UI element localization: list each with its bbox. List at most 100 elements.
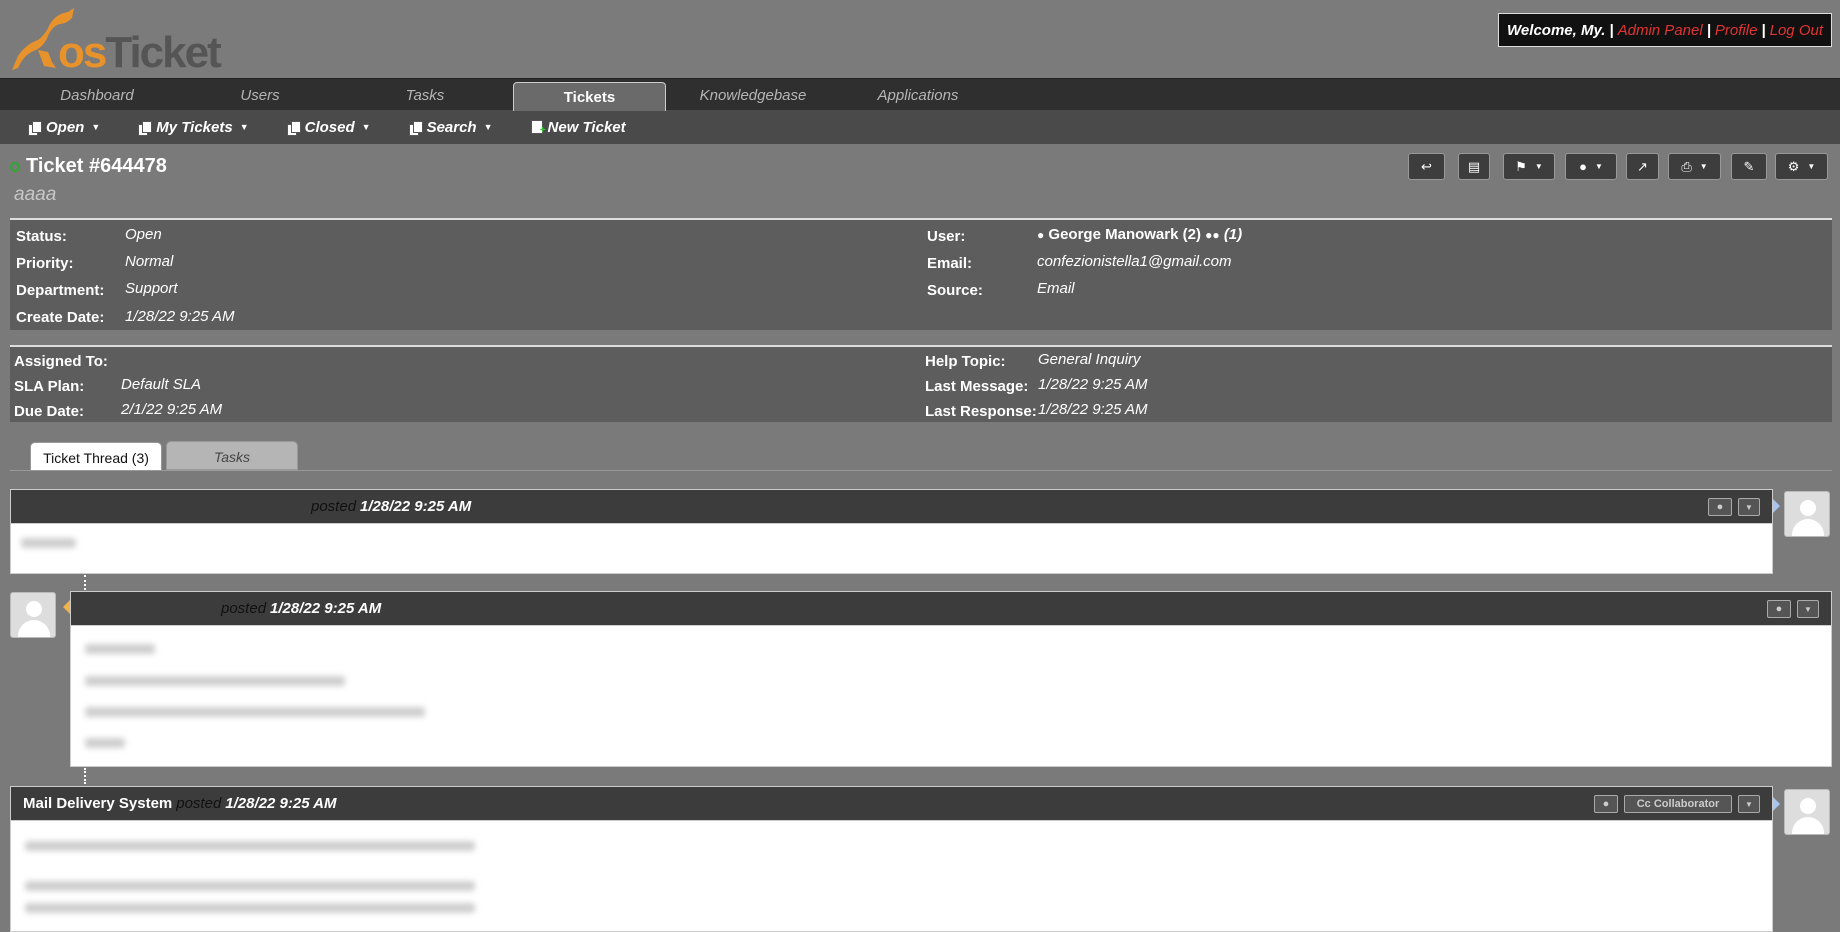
department-value[interactable]: Support	[125, 280, 178, 297]
osticket-logo[interactable]: osTicket	[8, 6, 222, 77]
gear-icon: ⚙	[1787, 158, 1800, 174]
tab-dashboard[interactable]: Dashboard	[17, 79, 177, 110]
sub-nav: Open ▼ My Tickets ▼ Closed ▼ Search ▼ + New …	[0, 110, 1840, 144]
ticket-title: Ticket #644478	[10, 155, 167, 178]
entry-user-button[interactable]: ●	[1594, 795, 1618, 813]
user-icon: ●	[1716, 501, 1724, 513]
entry-user-button[interactable]: ●	[1708, 498, 1732, 516]
reply-icon: ↩	[1421, 158, 1432, 174]
print-icon: ⎙	[1681, 158, 1692, 174]
entry-pointer	[63, 600, 70, 614]
due-date-value: 2/1/22 9:25 AM	[121, 401, 223, 418]
print-button[interactable]: ⎙ ▼	[1668, 153, 1721, 180]
refresh-icon[interactable]	[10, 161, 20, 172]
entry-date: 1/28/22 9:25 AM	[225, 795, 337, 812]
thread-connector	[84, 768, 86, 784]
redacted-text	[85, 644, 155, 654]
redacted-text	[85, 738, 125, 748]
entry-options-button[interactable]: ▼	[1797, 600, 1819, 618]
caret-down-icon: ▼	[1699, 162, 1708, 171]
reply-button[interactable]: ↩	[1408, 153, 1445, 180]
tab-knowledgebase[interactable]: Knowledgebase	[673, 79, 833, 110]
tab-users[interactable]: Users	[180, 79, 340, 110]
caret-down-icon: ▼	[1745, 502, 1753, 512]
thread-entry-header: posted 1/28/22 9:25 AM ● ▼	[11, 490, 1772, 524]
caret-down-icon: ▼	[1745, 799, 1753, 809]
cc-collaborator-button[interactable]: Cc Collaborator	[1624, 795, 1732, 813]
profile-link[interactable]: Profile	[1715, 22, 1758, 39]
status-value: Open	[125, 226, 162, 243]
tab-tasks[interactable]: Tasks	[345, 79, 505, 110]
caret-down-icon: ▼	[239, 122, 249, 132]
help-topic-label: Help Topic:	[925, 353, 1006, 370]
last-message-label: Last Message:	[925, 378, 1029, 395]
thread-connector	[84, 575, 86, 590]
redacted-text	[25, 881, 475, 891]
redacted-text	[85, 676, 345, 686]
tab-tickets[interactable]: Tickets	[513, 82, 666, 111]
entry-user-button[interactable]: ●	[1767, 600, 1791, 618]
transfer-button[interactable]: ↗	[1626, 153, 1659, 180]
redacted-text	[21, 538, 76, 548]
entry-pointer	[1773, 499, 1780, 513]
assigned-to-label: Assigned To:	[14, 353, 108, 370]
thread-entry: posted 1/28/22 9:25 AM ● ▼	[10, 489, 1773, 574]
user-icon: ●	[1579, 159, 1587, 174]
entry-options-button[interactable]: ▼	[1738, 795, 1760, 813]
avatar	[1784, 491, 1830, 537]
new-ticket-link[interactable]: + New Ticket	[530, 119, 626, 136]
flag-button[interactable]: ⚑ ▼	[1503, 153, 1555, 180]
welcome-text: Welcome, My.	[1507, 21, 1606, 39]
document-icon: ▤	[1467, 158, 1481, 174]
due-date-label: Due Date:	[14, 403, 85, 420]
caret-down-icon: ▼	[91, 122, 101, 132]
caret-down-icon: ▼	[1807, 162, 1816, 171]
caret-down-icon: ▼	[483, 122, 493, 132]
assign-button[interactable]: ● ▼	[1565, 153, 1617, 180]
edit-icon: ✎	[1743, 158, 1755, 174]
print-note-button[interactable]: ▤	[1458, 153, 1490, 180]
thread-entry: posted 1/28/22 9:25 AM ● ▼	[70, 591, 1832, 767]
open-menu[interactable]: Open ▼	[28, 119, 100, 136]
tab-ticket-thread[interactable]: Ticket Thread (3)	[30, 442, 162, 471]
avatar	[1784, 789, 1830, 835]
tab-ticket-tasks[interactable]: Tasks	[166, 441, 298, 470]
share-icon: ↗	[1637, 158, 1648, 174]
entry-date: 1/28/22 9:25 AM	[360, 498, 472, 515]
thread-entry-header: Mail Delivery System posted 1/28/22 9:25…	[11, 787, 1772, 821]
logout-link[interactable]: Log Out	[1770, 22, 1823, 39]
create-date-value: 1/28/22 9:25 AM	[125, 308, 235, 325]
edit-button[interactable]: ✎	[1731, 153, 1767, 180]
header: osTicket Welcome, My. | Admin Panel | Pr…	[0, 0, 1840, 78]
user-value[interactable]: ● George Manowark (2) ●● (1)	[1037, 226, 1242, 243]
user-icon: ●	[1602, 798, 1610, 810]
source-value[interactable]: Email	[1037, 280, 1075, 297]
ticket-subject: aaaa	[14, 184, 57, 205]
more-button[interactable]: ⚙ ▼	[1775, 153, 1828, 180]
redacted-text	[85, 707, 425, 717]
email-value: confezionistella1@gmail.com	[1037, 253, 1232, 270]
closed-menu[interactable]: Closed ▼	[286, 119, 371, 136]
caret-down-icon: ▼	[1534, 162, 1543, 171]
priority-value[interactable]: Normal	[125, 253, 173, 270]
redacted-text	[25, 903, 475, 913]
help-topic-value[interactable]: General Inquiry	[1038, 351, 1141, 368]
my-tickets-menu[interactable]: My Tickets ▼	[138, 119, 249, 136]
thread-entry-header: posted 1/28/22 9:25 AM ● ▼	[71, 592, 1831, 626]
search-menu[interactable]: Search ▼	[408, 119, 493, 136]
tab-applications[interactable]: Applications	[838, 79, 998, 110]
admin-panel-link[interactable]: Admin Panel	[1618, 22, 1703, 39]
entry-pointer	[1773, 797, 1780, 811]
main-nav: Dashboard Users Tasks Tickets Knowledgeb…	[0, 78, 1840, 111]
tab-divider	[10, 470, 1832, 471]
sla-plan-value[interactable]: Default SLA	[121, 376, 201, 393]
priority-label: Priority:	[16, 255, 74, 272]
tickets-icon	[28, 120, 42, 136]
entry-options-button[interactable]: ▼	[1738, 498, 1760, 516]
ticket-assignment-box: Assigned To: SLA Plan: Default SLA Due D…	[10, 345, 1832, 422]
last-response-label: Last Response:	[925, 403, 1037, 420]
thread-entry: Mail Delivery System posted 1/28/22 9:25…	[10, 786, 1773, 932]
collaborators-icon: ●●	[1205, 228, 1220, 242]
department-label: Department:	[16, 282, 105, 299]
source-label: Source:	[927, 282, 983, 299]
